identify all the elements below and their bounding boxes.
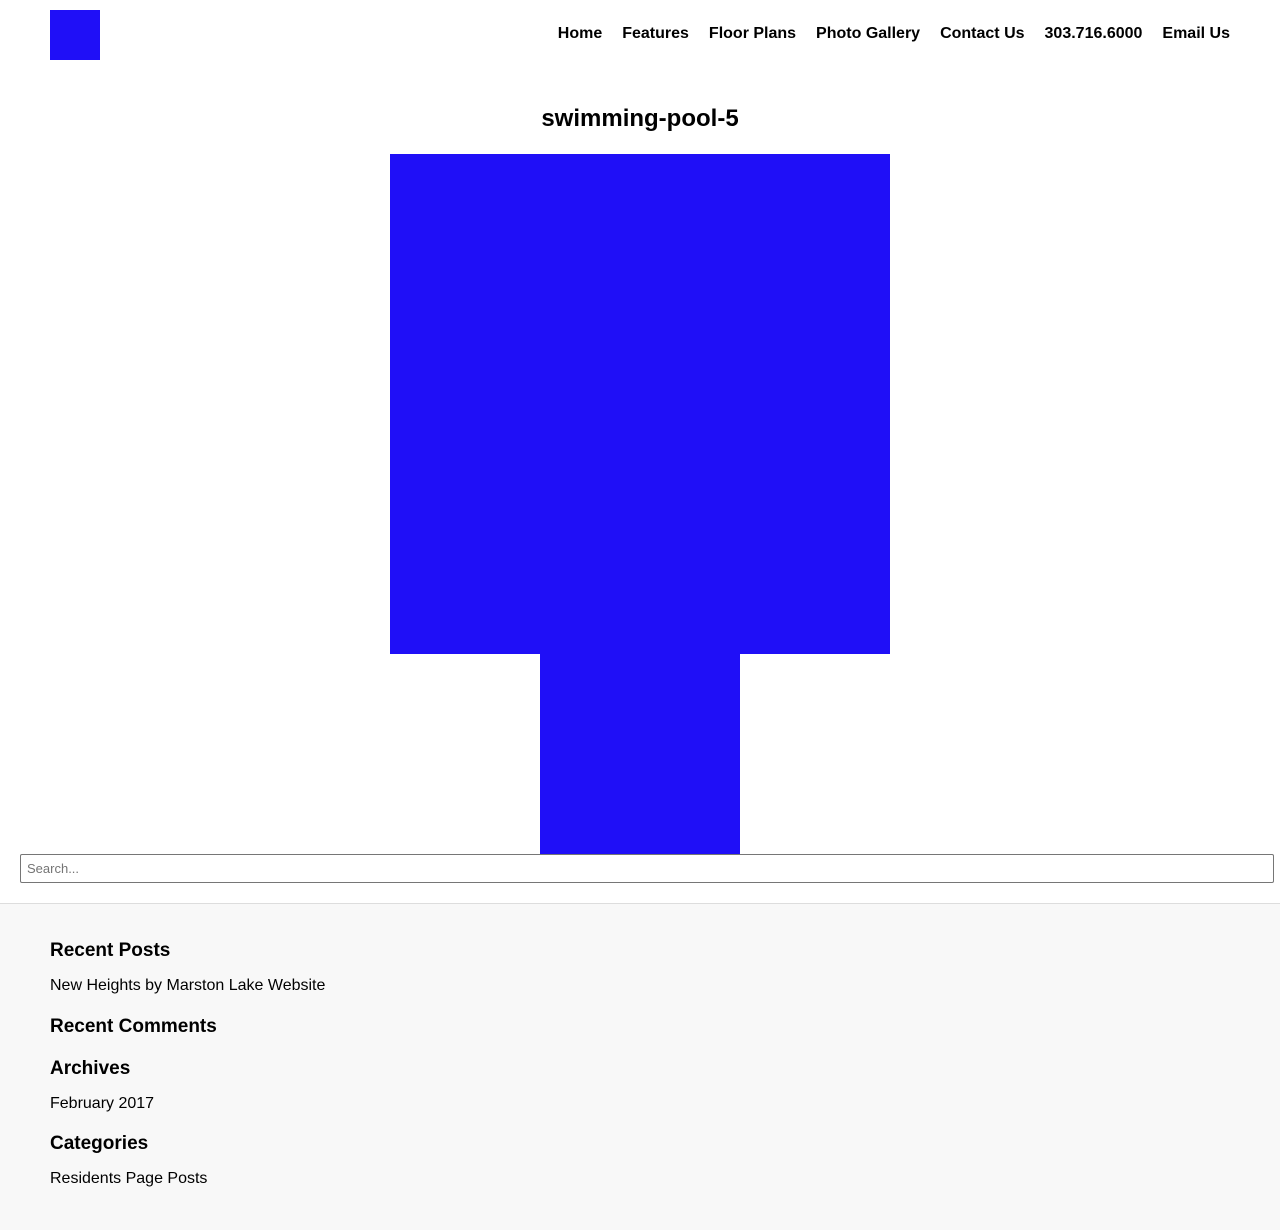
recent-posts-widget: Recent Posts New Heights by Marston Lake… [50, 940, 325, 996]
footer-widgets: Recent Posts New Heights by Marston Lake… [50, 940, 325, 1189]
category-link[interactable]: Residents Page Posts [50, 1169, 325, 1189]
nav-floor-plans-link[interactable]: Floor Plans [709, 24, 796, 44]
widget-title: Recent Posts [50, 940, 171, 961]
nav-phone-link[interactable]: 303.716.6000 [1045, 24, 1143, 44]
nav-email-us-link[interactable]: Email Us [1162, 24, 1230, 44]
archive-link[interactable]: February 2017 [50, 1094, 325, 1114]
page-title: swimming-pool-5 [541, 105, 739, 132]
recent-post-link[interactable]: New Heights by Marston Lake Website [50, 976, 325, 996]
site-header: Home Features Floor Plans Photo Gallery … [0, 0, 1280, 70]
widget-title: Categories [50, 1133, 149, 1154]
archives-widget: Archives February 2017 [50, 1058, 325, 1114]
nav-contact-us-link[interactable]: Contact Us [940, 24, 1024, 44]
attachment-image [390, 154, 890, 654]
nav-features-link[interactable]: Features [622, 24, 689, 44]
main-navigation: Home Features Floor Plans Photo Gallery … [558, 24, 1230, 44]
nav-home-link[interactable]: Home [558, 24, 602, 44]
site-footer: Recent Posts New Heights by Marston Lake… [0, 903, 1280, 1230]
nav-photo-gallery-link[interactable]: Photo Gallery [816, 24, 920, 44]
site-logo[interactable] [50, 10, 100, 60]
categories-widget: Categories Residents Page Posts [50, 1133, 325, 1189]
recent-comments-widget: Recent Comments [50, 1016, 325, 1038]
widget-title: Recent Comments [50, 1016, 217, 1037]
widget-title: Archives [50, 1058, 131, 1079]
attachment-thumbnail-image [540, 654, 740, 854]
search-input[interactable] [20, 854, 1274, 883]
